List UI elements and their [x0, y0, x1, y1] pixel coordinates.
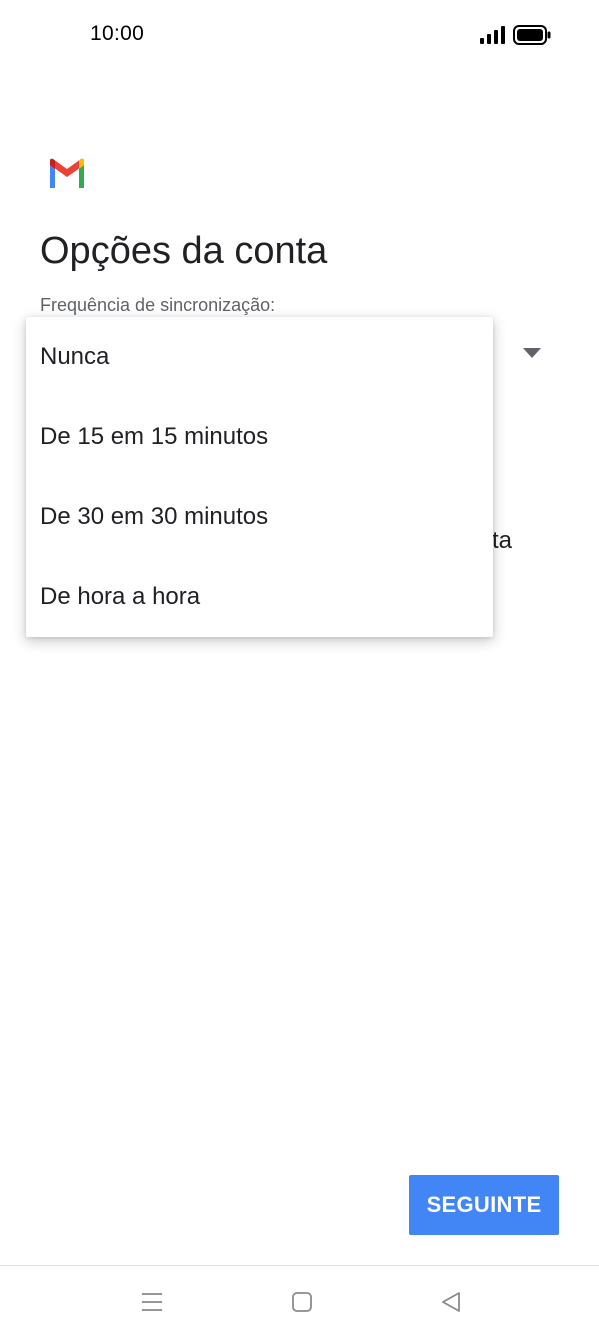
sync-frequency-dropdown: Nunca De 15 em 15 minutos De 30 em 30 mi… [26, 317, 493, 637]
dropdown-option-15-min[interactable]: De 15 em 15 minutos [26, 397, 493, 477]
battery-icon [513, 25, 551, 45]
back-icon[interactable] [440, 1291, 462, 1313]
menu-icon[interactable] [141, 1292, 163, 1312]
signal-icon [480, 26, 505, 44]
dropdown-arrow-icon[interactable] [523, 348, 541, 358]
gmail-icon [50, 158, 84, 188]
navigation-bar [0, 1265, 599, 1338]
screen: 10:00 Opções da conta Frequência de sinc… [0, 0, 599, 1338]
status-time: 10:00 [90, 22, 145, 45]
home-icon[interactable] [291, 1291, 313, 1313]
page-title: Opções da conta [40, 230, 328, 272]
dropdown-option-hourly[interactable]: De hora a hora [26, 557, 493, 637]
dropdown-option-never[interactable]: Nunca [26, 317, 493, 397]
next-button[interactable]: SEGUINTE [409, 1175, 559, 1235]
hidden-option-text: ta [492, 527, 513, 554]
status-bar: 10:00 [0, 0, 599, 70]
sync-frequency-label: Frequência de sincronização: [40, 295, 276, 315]
dropdown-option-30-min[interactable]: De 30 em 30 minutos [26, 477, 493, 557]
